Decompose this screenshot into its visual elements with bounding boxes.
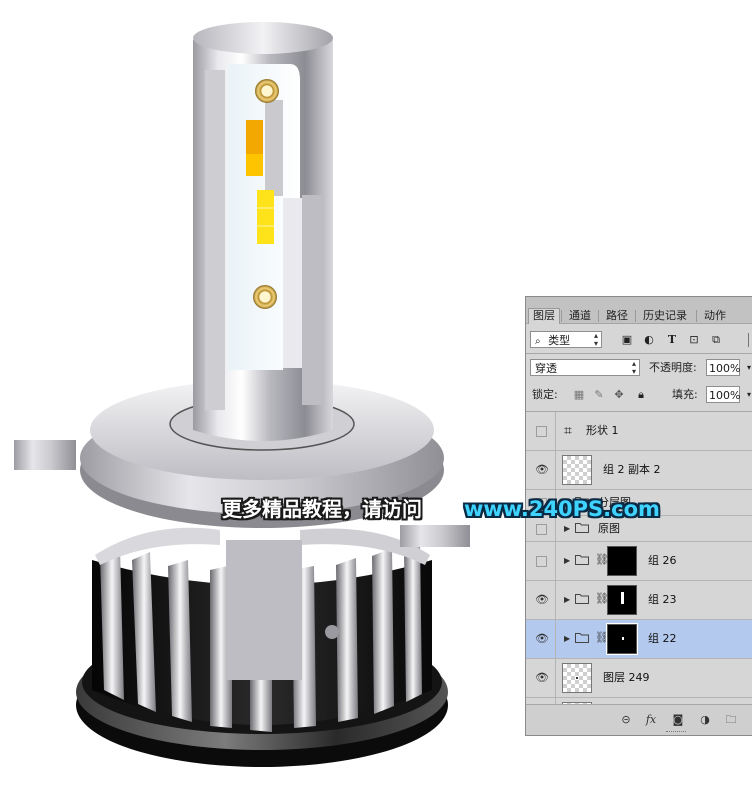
fill-input[interactable]: 100% bbox=[706, 386, 740, 403]
blend-row: 穿透 ▴ ▾ 不透明度: 100% ▾ bbox=[526, 358, 752, 378]
lock-paint-icon[interactable]: ✎ bbox=[592, 388, 606, 402]
visibility-toggle[interactable] bbox=[536, 426, 547, 437]
updown-icon: ▴ ▾ bbox=[631, 359, 636, 376]
watermark-text: 更多精品教程，请访问 bbox=[222, 497, 422, 521]
lock-move-icon[interactable]: ✥ bbox=[612, 388, 626, 402]
layer-row[interactable]: 👁︎ 组 2 副本 2 bbox=[526, 451, 752, 490]
opacity-input[interactable]: 100% bbox=[706, 359, 740, 376]
layer-row[interactable]: ▶ ⛓ 组 26 bbox=[526, 542, 752, 581]
search-icon: ⌕ bbox=[535, 336, 541, 347]
filter-shape-icon[interactable]: ⊡ bbox=[687, 333, 701, 347]
eye-icon[interactable]: 👁︎ bbox=[535, 594, 549, 606]
lock-transparent-icon[interactable]: ▦ bbox=[572, 388, 586, 402]
eye-icon[interactable]: 👁︎ bbox=[535, 672, 549, 684]
resize-grip-icon[interactable] bbox=[666, 731, 686, 734]
filter-pixel-icon[interactable]: ▣ bbox=[620, 333, 634, 347]
expand-arrow-icon[interactable]: ▶ bbox=[564, 555, 570, 567]
chevron-down-icon[interactable]: ▾ bbox=[742, 361, 752, 375]
layer-filter-label: 类型 bbox=[548, 334, 571, 347]
eye-icon[interactable]: 👁︎ bbox=[535, 464, 549, 476]
layer-mask-thumbnail[interactable] bbox=[606, 623, 638, 655]
layer-thumbnail bbox=[562, 455, 592, 485]
filter-type-icon[interactable]: T bbox=[665, 333, 679, 347]
layer-mask-thumbnail[interactable] bbox=[607, 546, 637, 576]
adjustment-layer-icon[interactable]: ◑ bbox=[698, 713, 712, 727]
layers-list: ⌗ 形状 1 👁︎ 组 2 副本 2 ▶ 分层图 ▶ 原图 ▶ ⛓ 组 26 👁… bbox=[526, 412, 752, 707]
link-layers-icon[interactable]: ⊝ bbox=[619, 713, 633, 727]
eye-icon[interactable]: 👁︎ bbox=[535, 633, 549, 645]
layer-row[interactable]: 👁︎ ▶ ⛓ 组 23 bbox=[526, 581, 752, 620]
blend-mode-value: 穿透 bbox=[535, 362, 557, 375]
panel-tab-bar: 图层 通道 路径 历史记录 动作 bbox=[526, 297, 752, 324]
shape-layer-icon: ⌗ bbox=[564, 423, 572, 439]
tab-actions[interactable]: 动作 bbox=[700, 309, 730, 323]
fill-label: 填充: bbox=[672, 388, 698, 401]
chevron-down-icon[interactable]: ▾ bbox=[742, 388, 752, 402]
layer-name[interactable]: 形状 1 bbox=[586, 423, 619, 439]
layer-name[interactable]: 组 26 bbox=[648, 553, 677, 569]
blend-mode-select[interactable]: 穿透 ▴ ▾ bbox=[530, 359, 640, 376]
layer-mask-thumbnail[interactable] bbox=[607, 585, 637, 615]
tab-history[interactable]: 历史记录 bbox=[639, 309, 691, 323]
filter-adjustment-icon[interactable]: ◐ bbox=[642, 333, 656, 347]
expand-arrow-icon[interactable]: ▶ bbox=[564, 633, 570, 645]
lock-row: 锁定: ▦ ✎ ✥ 🔒︎ 填充: 100% ▾ bbox=[526, 385, 752, 405]
expand-arrow-icon[interactable]: ▶ bbox=[564, 594, 570, 606]
add-mask-icon[interactable]: ◙ bbox=[671, 713, 685, 727]
layer-name[interactable]: 组 22 bbox=[648, 631, 677, 647]
lock-label: 锁定: bbox=[532, 388, 558, 401]
layer-row-selected[interactable]: 👁︎ ▶ ⛓ 组 22 bbox=[526, 620, 752, 659]
layer-row[interactable]: 👁︎ 图层 249 bbox=[526, 659, 752, 698]
panel-bottom-bar: ⊝ fx ◙ ◑ 🗀︎ bbox=[526, 704, 752, 735]
layer-name[interactable]: 组 23 bbox=[648, 592, 677, 608]
opacity-label: 不透明度: bbox=[649, 361, 697, 374]
visibility-toggle[interactable] bbox=[536, 524, 547, 535]
folder-icon bbox=[575, 594, 589, 604]
tab-layers[interactable]: 图层 bbox=[528, 308, 560, 324]
new-group-icon[interactable]: 🗀︎ bbox=[724, 713, 738, 727]
visibility-toggle[interactable] bbox=[536, 556, 547, 567]
folder-icon bbox=[575, 555, 589, 565]
watermark-url: www.240PS.com bbox=[464, 497, 660, 521]
layer-thumbnail bbox=[562, 663, 592, 693]
layer-name[interactable]: 组 2 副本 2 bbox=[603, 462, 661, 478]
tab-channels[interactable]: 通道 bbox=[565, 309, 595, 323]
layer-filter-select[interactable]: ⌕ 类型 ▴ ▾ bbox=[530, 331, 602, 348]
layer-name[interactable]: 图层 249 bbox=[603, 670, 650, 686]
layer-row[interactable]: ⌗ 形状 1 bbox=[526, 412, 752, 451]
folder-icon bbox=[575, 633, 589, 643]
expand-arrow-icon[interactable]: ▶ bbox=[564, 523, 570, 535]
updown-icon: ▴ ▾ bbox=[593, 331, 598, 348]
filter-row: ⌕ 类型 ▴ ▾ ▣ ◐ T ⊡ ⧉ bbox=[526, 329, 752, 351]
lock-all-icon[interactable]: 🔒︎ bbox=[634, 388, 648, 402]
tab-paths[interactable]: 路径 bbox=[602, 309, 632, 323]
fx-icon[interactable]: fx bbox=[644, 713, 658, 727]
filter-smart-object-icon[interactable]: ⧉ bbox=[709, 333, 723, 347]
